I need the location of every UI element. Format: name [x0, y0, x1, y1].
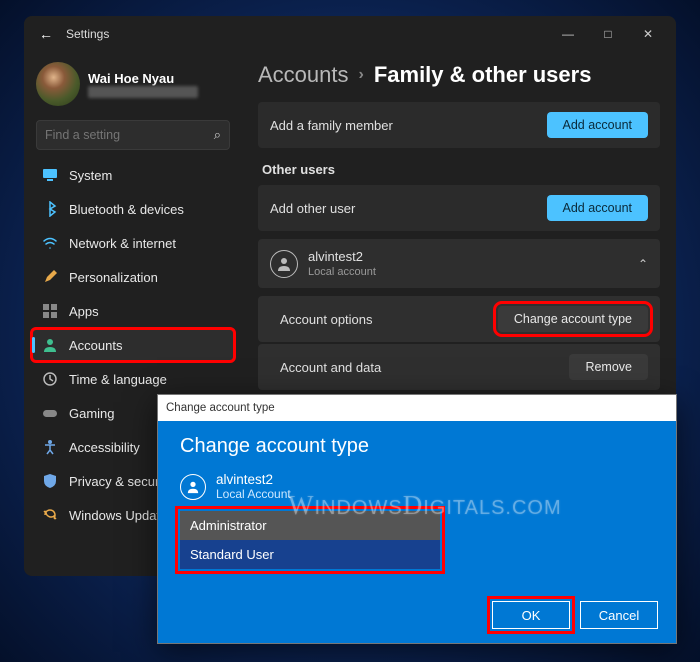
shield-icon — [42, 473, 58, 489]
dialog-user-type: Local Account — [216, 487, 291, 501]
nav-label: Windows Update — [69, 508, 167, 523]
dialog-heading: Change account type — [180, 435, 654, 458]
option-administrator[interactable]: Administrator — [180, 511, 440, 540]
row-account-options: Account options Change account type — [258, 296, 660, 342]
minimize-button[interactable]: — — [548, 19, 588, 49]
row-label: Add other user — [270, 201, 547, 216]
nav-label: Personalization — [69, 270, 158, 285]
titlebar: ← Settings — □ ✕ — [24, 16, 676, 52]
apps-icon — [42, 303, 58, 319]
dialog-user-name: alvintest2 — [216, 472, 291, 487]
search-icon: ⌕ — [214, 127, 221, 143]
account-type-dropdown[interactable]: Administrator Standard User — [180, 511, 440, 569]
window-title: Settings — [66, 27, 109, 41]
nav-label: Apps — [69, 304, 99, 319]
sidebar-item-system[interactable]: System — [32, 159, 234, 191]
row-user-alvintest2[interactable]: alvintest2 Local account ⌃ — [258, 239, 660, 288]
remove-account-button[interactable]: Remove — [569, 354, 648, 380]
profile-block[interactable]: Wai Hoe Nyau — [30, 58, 236, 116]
maximize-button[interactable]: □ — [588, 19, 628, 49]
dialog-user-block: alvintest2 Local Account — [180, 472, 654, 501]
section-other-users: Other users — [262, 162, 660, 177]
nav-label: Time & language — [69, 372, 167, 387]
sidebar-item-time[interactable]: Time & language — [32, 363, 234, 395]
gaming-icon — [42, 405, 58, 421]
sidebar-item-apps[interactable]: Apps — [32, 295, 234, 327]
person-icon — [270, 250, 298, 278]
nav-label: System — [69, 168, 112, 183]
change-account-type-button[interactable]: Change account type — [498, 306, 648, 332]
nav-label: Gaming — [69, 406, 115, 421]
nav-label: Network & internet — [69, 236, 176, 251]
row-account-data: Account and data Remove — [258, 344, 660, 390]
nav-label: Accounts — [69, 338, 122, 353]
sidebar-item-bluetooth[interactable]: Bluetooth & devices — [32, 193, 234, 225]
back-button[interactable]: ← — [32, 20, 60, 48]
close-button[interactable]: ✕ — [628, 19, 668, 49]
clock-icon — [42, 371, 58, 387]
add-other-user-button[interactable]: Add account — [547, 195, 649, 221]
row-add-family: Add a family member Add account — [258, 102, 660, 148]
row-label: Add a family member — [270, 118, 547, 133]
ok-button[interactable]: OK — [492, 601, 570, 629]
display-icon — [42, 167, 58, 183]
cancel-button[interactable]: Cancel — [580, 601, 658, 629]
bluetooth-icon — [42, 201, 58, 217]
brush-icon — [42, 269, 58, 285]
sidebar-item-network[interactable]: Network & internet — [32, 227, 234, 259]
sidebar-item-personalization[interactable]: Personalization — [32, 261, 234, 293]
row-label: Account and data — [280, 360, 569, 375]
sidebar-item-accounts[interactable]: Accounts — [32, 329, 234, 361]
update-icon — [42, 507, 58, 523]
option-standard-user[interactable]: Standard User — [180, 540, 440, 569]
avatar — [36, 62, 80, 106]
wifi-icon — [42, 235, 58, 251]
chevron-right-icon: › — [359, 66, 364, 84]
breadcrumb-current: Family & other users — [374, 62, 592, 88]
person-icon — [180, 474, 206, 500]
accessibility-icon — [42, 439, 58, 455]
breadcrumb-parent[interactable]: Accounts — [258, 62, 349, 88]
chevron-up-icon: ⌃ — [638, 257, 648, 271]
add-family-button[interactable]: Add account — [547, 112, 649, 138]
breadcrumb: Accounts › Family & other users — [258, 62, 660, 88]
row-add-other-user: Add other user Add account — [258, 185, 660, 231]
search-box[interactable]: ⌕ — [36, 120, 230, 150]
profile-name: Wai Hoe Nyau — [88, 71, 198, 86]
user-name: alvintest2 — [308, 249, 630, 264]
user-subtitle: Local account — [308, 266, 630, 278]
change-account-type-dialog: Change account type Change account type … — [157, 394, 677, 644]
person-icon — [42, 337, 58, 353]
row-label: Account options — [280, 312, 498, 327]
nav-label: Bluetooth & devices — [69, 202, 184, 217]
dialog-titlebar: Change account type — [158, 395, 676, 421]
nav-label: Accessibility — [69, 440, 140, 455]
search-input[interactable] — [45, 128, 214, 142]
profile-email — [88, 86, 198, 98]
